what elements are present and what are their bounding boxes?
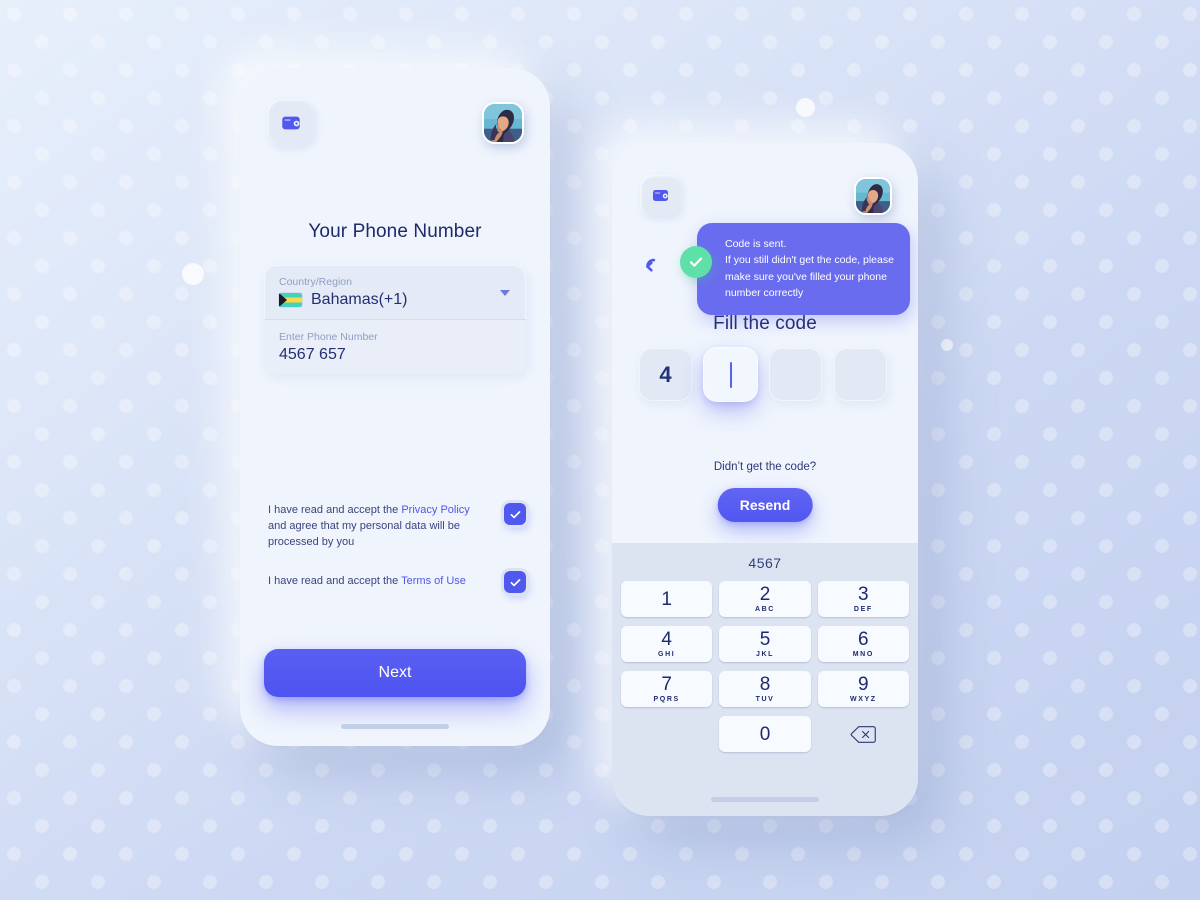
page-title: Your Phone Number (308, 221, 482, 242)
key-digit: 5 (759, 629, 771, 650)
wallet-glyph (281, 116, 300, 129)
phone-number-field[interactable]: Enter Phone Number 4567 657 (264, 319, 526, 374)
check-icon (510, 578, 520, 586)
backspace-glyph (850, 725, 877, 743)
bubble-line-4: number correctly (725, 286, 804, 299)
top-bar (612, 143, 918, 216)
consent-pre-terms: I have read and accept the (268, 575, 402, 588)
text-caret (729, 361, 732, 388)
wallet-glyph (652, 189, 669, 202)
screen-content: Code is sent. If you still didn't get th… (612, 143, 918, 816)
key-blank (621, 716, 712, 752)
key-3[interactable]: 3 DEF (817, 581, 909, 617)
key-digit: 8 (759, 674, 771, 695)
key-4[interactable]: 4 GHI (621, 626, 713, 662)
privacy-policy-link[interactable]: Privacy Policy (401, 504, 469, 516)
phone-number-screen: Your Phone Number Country/Region Bahamas… (240, 68, 550, 746)
key-letters: PQRS (653, 696, 680, 703)
numeric-keypad: 4567 1 2 ABC 3 DEF 4 GHI 5 JKL 6 MNO 7 P… (612, 543, 918, 816)
code-input-4[interactable] (834, 348, 887, 401)
key-digit: 3 (858, 584, 869, 605)
key-letters: GHI (658, 651, 676, 658)
key-digit: 1 (661, 588, 672, 610)
country-value-row: Bahamas(+1) (279, 291, 511, 309)
check-glyph (689, 257, 703, 267)
bubble-line-3: make sure you've filled your phone (725, 270, 887, 283)
info-bubble: Code is sent. If you still didn't get th… (697, 223, 910, 316)
home-indicator (711, 797, 819, 802)
back-arrow-icon[interactable] (642, 253, 668, 279)
keypad-grid: 1 2 ABC 3 DEF 4 GHI 5 JKL 6 MNO 7 PQRS 8… (616, 581, 914, 752)
page-title: Fill the code (713, 313, 817, 334)
country-select[interactable]: Country/Region Bahamas(+1) (264, 265, 526, 319)
phone-input-card: Country/Region Bahamas(+1) Enter Phone N… (264, 265, 526, 374)
consent-pre-privacy: I have read and accept the (268, 504, 402, 516)
key-letters: ABC (755, 606, 775, 613)
code-input-3[interactable] (769, 348, 822, 401)
consent-row-terms: I have read and accept the Terms of Use (268, 571, 526, 593)
key-0[interactable]: 0 (719, 716, 811, 752)
key-digit: 6 (858, 629, 869, 650)
consent-row-privacy: I have read and accept the Privacy Polic… (268, 503, 526, 551)
key-letters: TUV (755, 696, 775, 703)
key-8[interactable]: 8 TUV (719, 671, 811, 707)
decor-circle-1 (182, 263, 204, 285)
check-circle-icon (680, 246, 712, 278)
key-letters: WXYZ (850, 696, 877, 703)
top-bar (240, 68, 550, 146)
code-input-row: 4 (639, 348, 891, 401)
consent-text-terms: I have read and accept the Terms of Use (268, 574, 466, 590)
avatar-photo (484, 103, 522, 142)
key-letters: JKL (755, 651, 774, 658)
bubble-line-2: If you still didn't get the code, please (725, 254, 894, 267)
back-arrow-glyph (646, 258, 656, 272)
resend-hint: Didn’t get the code? (713, 461, 817, 473)
code-input-1[interactable]: 4 (639, 348, 692, 401)
decor-circle-3 (941, 339, 953, 351)
country-label: Country/Region (279, 276, 352, 288)
privacy-checkbox[interactable] (504, 503, 526, 525)
keypad-preview: 4567 (748, 555, 782, 571)
backspace-icon[interactable] (818, 716, 909, 752)
check-icon (510, 510, 520, 518)
consent-post-privacy: and agree that my personal data will be … (268, 519, 461, 548)
resend-button[interactable]: Resend (717, 488, 813, 522)
screen-content: Your Phone Number Country/Region Bahamas… (240, 68, 550, 746)
chevron-down-icon[interactable] (500, 290, 510, 296)
consent-text-privacy: I have read and accept the Privacy Polic… (268, 503, 483, 551)
key-letters: MNO (852, 651, 874, 658)
phone-number-label: Enter Phone Number (279, 331, 378, 343)
key-9[interactable]: 9 WXYZ (817, 671, 909, 707)
key-1[interactable]: 1 (621, 581, 713, 617)
key-digit: 4 (661, 629, 672, 650)
terms-of-use-link[interactable]: Terms of Use (401, 575, 466, 587)
key-digit: 0 (759, 723, 771, 745)
terms-checkbox[interactable] (504, 571, 526, 593)
key-6[interactable]: 6 MNO (817, 626, 909, 662)
user-avatar[interactable] (854, 176, 892, 215)
key-7[interactable]: 7 PQRS (621, 671, 713, 707)
key-digit: 9 (858, 674, 869, 695)
wallet-icon[interactable] (267, 99, 314, 146)
verification-code-screen: Code is sent. If you still didn't get th… (612, 143, 918, 816)
phone-number-value: 4567 657 (279, 346, 346, 363)
key-letters: DEF (853, 606, 873, 613)
key-digit: 2 (759, 584, 771, 605)
key-digit: 7 (661, 674, 672, 695)
code-input-2[interactable] (704, 348, 757, 401)
canvas: Your Phone Number Country/Region Bahamas… (0, 0, 1200, 900)
home-indicator (341, 724, 449, 729)
wallet-icon[interactable] (640, 175, 681, 216)
user-avatar[interactable] (482, 101, 524, 144)
country-value: Bahamas(+1) (311, 291, 408, 308)
bahamas-flag-icon (279, 293, 302, 307)
avatar-photo (856, 178, 890, 213)
decor-circle-2 (796, 98, 815, 117)
next-button[interactable]: Next (264, 649, 526, 697)
key-5[interactable]: 5 JKL (719, 626, 811, 662)
bubble-line-1: Code is sent. (725, 238, 787, 250)
key-2[interactable]: 2 ABC (719, 581, 811, 617)
